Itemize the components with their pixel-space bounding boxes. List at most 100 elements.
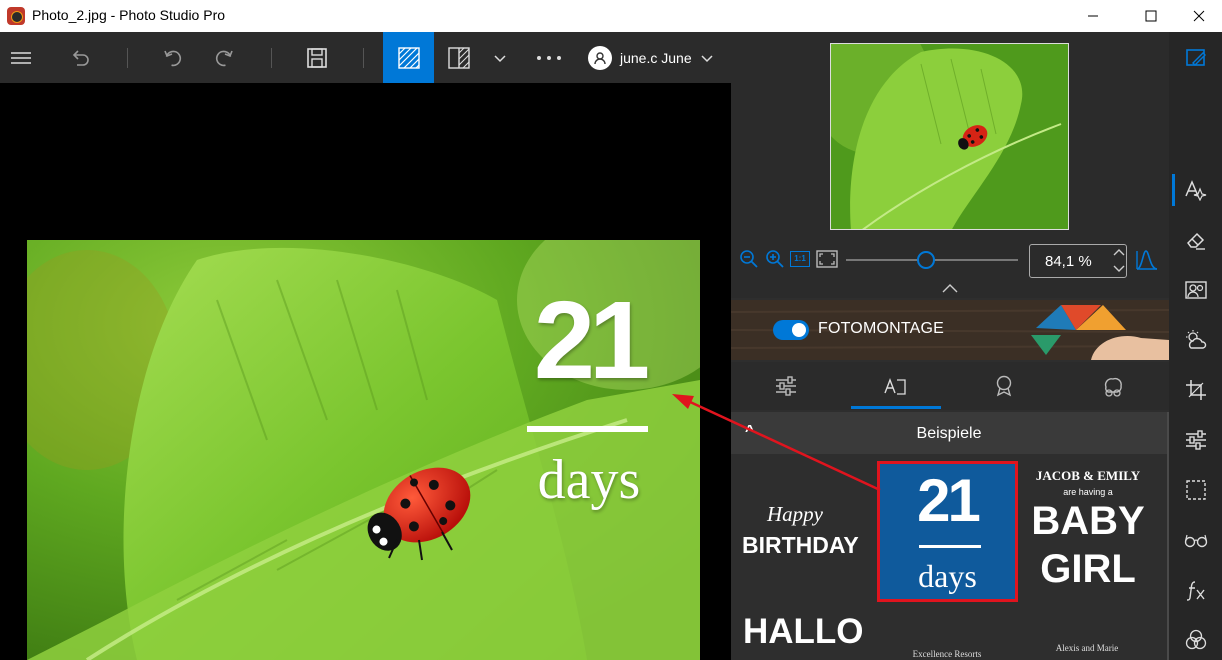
tab-text[interactable] bbox=[840, 362, 949, 410]
tool-sidebar bbox=[1169, 32, 1222, 660]
sidebar-edit-button[interactable] bbox=[1169, 38, 1222, 78]
histogram-button[interactable] bbox=[1135, 248, 1159, 272]
window-title: Photo_2.jpg - Photo Studio Pro bbox=[32, 7, 226, 23]
overlay-underline bbox=[527, 426, 648, 432]
hatch-icon bbox=[397, 46, 420, 69]
sidebar-weather-button[interactable] bbox=[1169, 320, 1222, 360]
sample-21-days[interactable]: 21 days bbox=[877, 461, 1018, 602]
sample-resorts[interactable]: Excellence Resorts bbox=[891, 648, 1003, 660]
undo-button[interactable] bbox=[152, 32, 192, 83]
sidebar-selection-button[interactable] bbox=[1169, 470, 1222, 510]
sample-happy-birthday[interactable]: Happy BIRTHDAY bbox=[737, 494, 877, 574]
fit-to-window-button[interactable] bbox=[816, 250, 838, 268]
sample-baby-text: BABY bbox=[1031, 499, 1145, 543]
overlay-number-text[interactable]: 21 bbox=[527, 286, 651, 396]
samples-grid: Happy BIRTHDAY 21 days JACOB & EMILY are… bbox=[731, 454, 1167, 660]
sidebar-eraser-button[interactable] bbox=[1169, 220, 1222, 260]
histogram-icon bbox=[1136, 250, 1158, 270]
tab-clipart[interactable] bbox=[1058, 362, 1167, 410]
sample-21-underline bbox=[919, 545, 981, 548]
sidebar-portrait-button[interactable] bbox=[1169, 270, 1222, 310]
samples-header[interactable]: ^ Beispiele bbox=[731, 412, 1167, 454]
sample-having-text: are having a bbox=[1063, 487, 1113, 497]
color-blend-icon bbox=[1185, 629, 1206, 650]
navigator-panel: 1:1 84,1 % bbox=[731, 32, 1169, 298]
zoom-out-button[interactable] bbox=[739, 249, 761, 271]
view-options-dropdown[interactable] bbox=[488, 32, 512, 83]
save-icon bbox=[307, 47, 327, 68]
title-bar: Photo_2.jpg - Photo Studio Pro bbox=[0, 0, 1222, 32]
redo-button[interactable] bbox=[205, 32, 245, 83]
sample-alexis[interactable]: Alexis and Marie bbox=[1031, 642, 1143, 654]
fx-icon bbox=[1186, 581, 1205, 601]
user-avatar-icon bbox=[588, 46, 612, 70]
award-icon bbox=[996, 375, 1011, 397]
sample-21-number: 21 bbox=[917, 467, 981, 534]
split-view-icon bbox=[448, 46, 470, 69]
samples-title: Beispiele bbox=[916, 425, 982, 442]
hamburger-icon bbox=[11, 51, 31, 64]
undo-icon bbox=[164, 50, 182, 66]
text-tool-icon bbox=[883, 378, 906, 395]
zoom-slider-handle[interactable] bbox=[917, 251, 935, 269]
selection-icon bbox=[1185, 480, 1206, 500]
overlay-word-text[interactable]: days bbox=[521, 450, 657, 510]
sample-names-text: JACOB & EMILY bbox=[1035, 468, 1141, 483]
maximize-icon bbox=[1145, 10, 1157, 22]
edit-mode-button[interactable] bbox=[383, 32, 434, 83]
ladybug-photo[interactable]: 21 days bbox=[27, 240, 700, 660]
more-dots-icon bbox=[537, 55, 561, 60]
glasses-icon bbox=[1184, 534, 1207, 548]
revert-button[interactable] bbox=[60, 32, 100, 83]
zoom-decrease-button[interactable] bbox=[1112, 262, 1126, 276]
sidebar-blend-button[interactable] bbox=[1169, 620, 1222, 660]
minimize-button[interactable] bbox=[1070, 0, 1116, 32]
user-account-button[interactable]: june.c June bbox=[588, 44, 713, 72]
close-icon bbox=[1193, 10, 1205, 22]
zoom-in-icon bbox=[766, 250, 784, 268]
close-button[interactable] bbox=[1176, 0, 1222, 32]
fotomontage-toggle[interactable] bbox=[773, 320, 809, 340]
zoom-in-button[interactable] bbox=[765, 249, 787, 271]
menu-button[interactable] bbox=[0, 32, 42, 83]
compare-view-button[interactable] bbox=[440, 32, 478, 83]
sample-hallo[interactable]: HALLO bbox=[743, 612, 864, 652]
right-panel: 1:1 84,1 % FOTOMONTAGE ^ Beispiele Happy… bbox=[731, 32, 1169, 660]
redo-icon bbox=[215, 50, 233, 66]
revert-icon bbox=[72, 49, 89, 66]
sample-happy-text: Happy bbox=[767, 502, 823, 526]
more-button[interactable] bbox=[530, 32, 568, 83]
eraser-icon bbox=[1186, 232, 1205, 250]
app-logo-icon bbox=[7, 7, 25, 25]
toolbar: june.c June bbox=[0, 32, 731, 83]
text-effects-icon bbox=[1184, 180, 1206, 201]
chevron-down-icon bbox=[701, 55, 713, 63]
sample-baby-girl[interactable]: JACOB & EMILY are having a BABY GIRL bbox=[1021, 466, 1161, 601]
chevron-up-icon bbox=[942, 284, 958, 293]
image-canvas[interactable]: 21 days bbox=[0, 83, 731, 660]
tab-badges[interactable] bbox=[949, 362, 1058, 410]
navigator-thumbnail[interactable] bbox=[830, 43, 1069, 230]
chevron-down-icon bbox=[494, 54, 506, 62]
chevron-down-icon bbox=[1113, 265, 1125, 272]
actual-size-button[interactable]: 1:1 bbox=[790, 251, 810, 267]
sliders-icon bbox=[775, 376, 796, 396]
portrait-icon bbox=[1184, 281, 1207, 299]
save-button[interactable] bbox=[297, 32, 337, 83]
user-name: june.c June bbox=[620, 50, 692, 66]
sidebar-glasses-button[interactable] bbox=[1169, 520, 1222, 560]
shapes-icon bbox=[1104, 377, 1122, 397]
weather-icon bbox=[1185, 330, 1206, 349]
sidebar-effects-button[interactable] bbox=[1169, 570, 1222, 610]
zoom-increase-button[interactable] bbox=[1112, 245, 1126, 259]
sample-birthday-text: BIRTHDAY bbox=[742, 532, 859, 558]
tool-tabs bbox=[731, 362, 1169, 410]
sidebar-adjust-button[interactable] bbox=[1169, 420, 1222, 460]
fotomontage-banner: FOTOMONTAGE bbox=[731, 300, 1169, 360]
maximize-button[interactable] bbox=[1128, 0, 1174, 32]
sidebar-text-button[interactable] bbox=[1169, 170, 1222, 210]
fotomontage-label: FOTOMONTAGE bbox=[818, 320, 945, 337]
sidebar-crop-button[interactable] bbox=[1169, 370, 1222, 410]
tab-adjustments[interactable] bbox=[731, 362, 840, 410]
collapse-navigator-button[interactable] bbox=[940, 281, 960, 293]
